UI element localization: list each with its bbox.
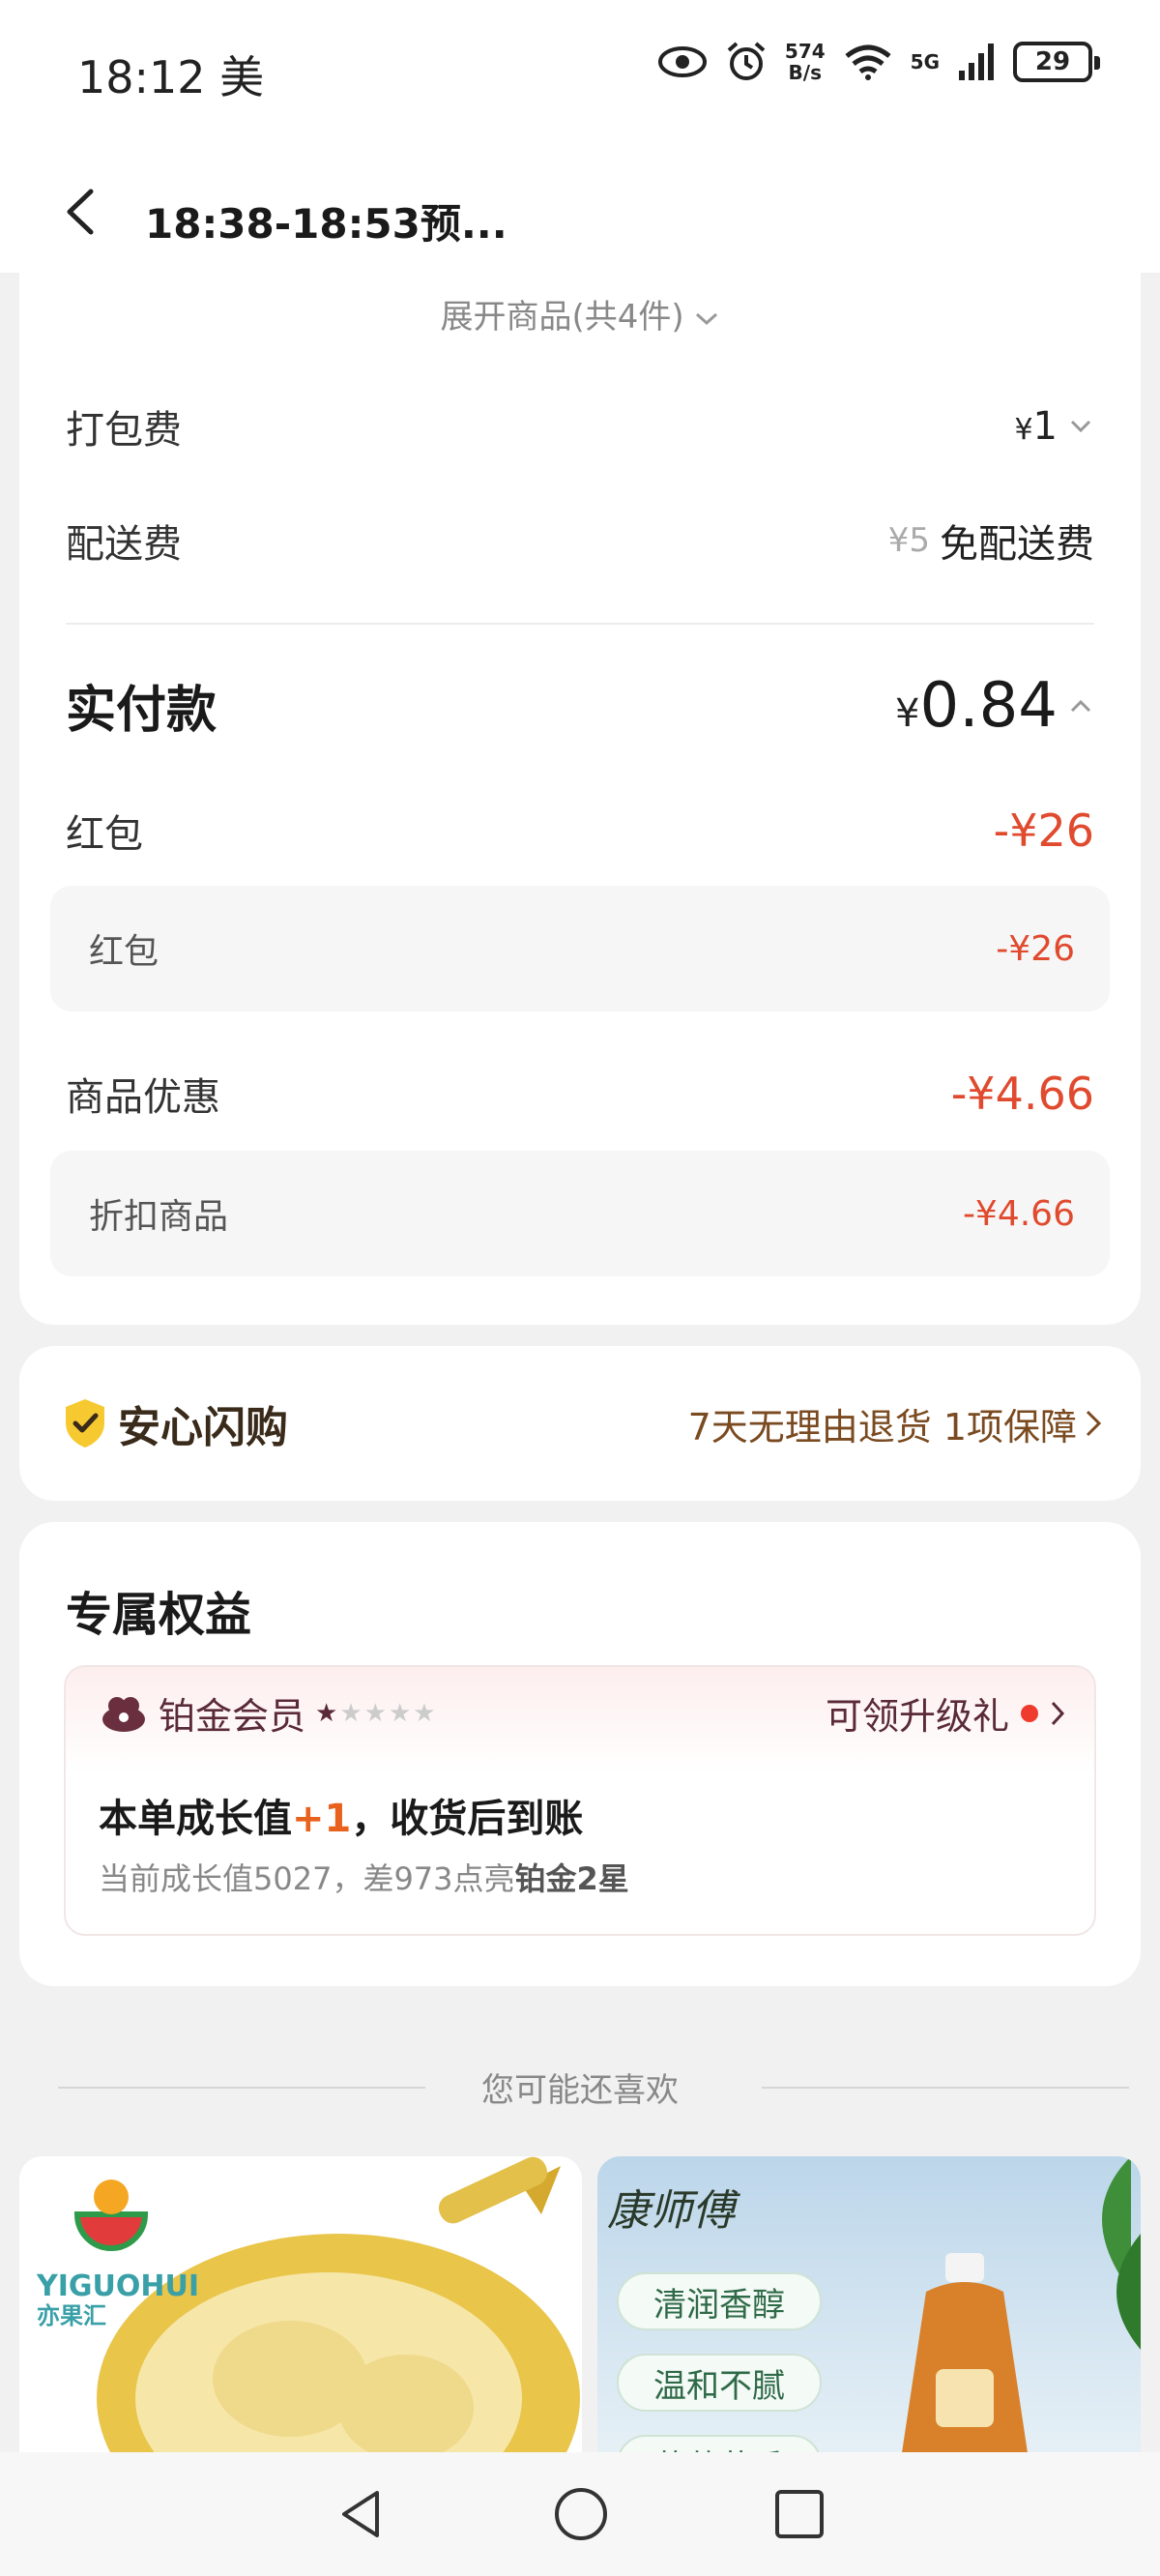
delivery-fee-value: ¥5 免配送费: [888, 512, 1094, 569]
chevron-right-icon: [1051, 1701, 1065, 1725]
delivery-fee-original: ¥5: [887, 521, 930, 560]
leaf-decoration-icon: [1102, 2156, 1141, 2350]
star-empty-icon: ★: [388, 1698, 412, 1728]
growth-sub-target: 铂金2星: [514, 1860, 629, 1897]
status-bar: 18:12 美 574 B/s 5G 29: [0, 0, 1160, 145]
nav-back-icon[interactable]: [334, 2487, 389, 2541]
recommendation-card-durian[interactable]: YIGUOHUI 亦果汇: [19, 2156, 582, 2456]
total-row[interactable]: 实付款 ¥0.84: [66, 669, 1094, 742]
chevron-down-icon: [696, 312, 718, 326]
product-discount-detail: 折扣商品 -¥4.66: [50, 1151, 1110, 1276]
brand-name-en: YIGUOHUI: [37, 2269, 200, 2303]
status-time: 18:12 美: [77, 51, 265, 103]
order-summary-card: 展开商品(共4件) 打包费 ¥1 配送费 ¥5 免配送费 实付款 ¥0.84 红…: [19, 273, 1141, 1325]
product-discount-detail-label: 折扣商品: [89, 1197, 229, 1237]
member-stars: ★ ★ ★ ★ ★: [315, 1699, 436, 1728]
benefits-title: 专属权益: [66, 1588, 252, 1642]
guarantee-summary: 7天无理由退货 1项保障: [688, 1397, 1102, 1450]
watermelon-logo-icon: [73, 2180, 149, 2251]
divider: [762, 2087, 1129, 2089]
packing-fee-label: 打包费: [66, 408, 182, 453]
battery-level: 29: [1034, 47, 1071, 76]
red-packet-detail: 红包 -¥26: [50, 886, 1110, 1011]
shield-check-icon: [66, 1399, 104, 1448]
benefits-card: 专属权益 铂金会员 ★ ★ ★ ★ ★ 可领升级礼 本单成长值+1，收货后到账 …: [19, 1522, 1141, 1986]
expand-products-button[interactable]: 展开商品(共4件): [19, 290, 1141, 337]
brand-logo-kangshifu: 康师傅: [607, 2186, 735, 2236]
guarantee-card[interactable]: 安心闪购 7天无理由退货 1项保障: [19, 1346, 1141, 1501]
growth-plus: +1: [292, 1797, 352, 1841]
delivery-fee-label: 配送费: [66, 522, 182, 567]
packing-fee-amount: 1: [1032, 404, 1058, 449]
notification-dot: [1021, 1704, 1038, 1722]
red-packet-label: 红包: [66, 812, 143, 857]
signal-icon: [959, 44, 994, 80]
star-empty-icon: ★: [413, 1698, 436, 1728]
delivery-fee-free: 免配送费: [940, 522, 1094, 567]
star-filled-icon: ★: [315, 1698, 338, 1728]
red-packet-value: -¥26: [993, 805, 1094, 857]
status-icons: 574 B/s 5G 29: [657, 41, 1100, 83]
product-discount-detail-value: -¥4.66: [962, 1193, 1075, 1234]
delivery-fee-row: 配送费 ¥5 免配送费: [66, 512, 1094, 569]
total-amount: 0.84: [919, 669, 1058, 742]
eye-icon: [657, 46, 707, 77]
total-value: ¥0.84: [895, 670, 1094, 742]
guarantee-title: 安心闪购: [62, 1392, 288, 1454]
nav-home-icon[interactable]: [553, 2486, 609, 2542]
page-title: 18:38-18:53预...: [145, 200, 508, 248]
page-header: 18:38-18:53预...: [0, 145, 1160, 273]
brand-logo-yiguohui: YIGUOHUI 亦果汇: [37, 2272, 199, 2330]
expand-products-label: 展开商品(共4件): [440, 298, 684, 337]
tag-pill: 温和不腻: [617, 2354, 822, 2412]
product-discount-value: -¥4.66: [950, 1068, 1094, 1120]
upgrade-gift-label: 可领升级礼: [825, 1695, 1009, 1738]
growth-progress-text: 当前成长值5027，差973点亮铂金2星: [99, 1855, 629, 1899]
membership-box[interactable]: 铂金会员 ★ ★ ★ ★ ★ 可领升级礼 本单成长值+1，收货后到账 当前成长值…: [64, 1665, 1096, 1936]
star-empty-icon: ★: [363, 1698, 387, 1728]
packing-fee-value: ¥1: [1014, 404, 1094, 449]
guarantee-summary-text: 7天无理由退货 1项保障: [687, 1405, 1077, 1449]
member-badge-icon: [102, 1696, 145, 1732]
chevron-right-icon: [1086, 1410, 1102, 1437]
net-speed-unit: B/s: [788, 61, 822, 84]
battery-indicator: 29: [1013, 42, 1100, 82]
red-packet-detail-label: 红包: [89, 932, 160, 972]
tea-bottle-image: [901, 2253, 1029, 2456]
tag-pill: 清润香醇: [617, 2272, 822, 2330]
alarm-icon: [727, 42, 766, 80]
divider: [66, 623, 1094, 625]
total-label: 实付款: [66, 682, 218, 740]
star-empty-icon: ★: [339, 1698, 362, 1728]
product-discount-label: 商品优惠: [66, 1075, 220, 1120]
membership-header: 铂金会员 ★ ★ ★ ★ ★ 可领升级礼: [99, 1686, 1065, 1740]
network-type: 5G: [910, 50, 940, 73]
nav-recents-icon[interactable]: [773, 2488, 826, 2540]
growth-prefix: 本单成长值: [99, 1797, 292, 1841]
recommendation-card-tea[interactable]: 康师傅 清润香醇 温和不腻 草莓花香: [597, 2156, 1141, 2456]
guarantee-title-text: 安心闪购: [118, 1403, 288, 1452]
growth-sub-prefix: 当前成长值5027，差973点亮: [99, 1860, 515, 1897]
net-speed: 574 B/s: [785, 41, 826, 83]
chevron-down-icon: [1070, 420, 1091, 433]
chevron-up-icon: [1070, 699, 1091, 712]
upgrade-gift-link[interactable]: 可领升级礼: [826, 1686, 1065, 1740]
wifi-icon: [845, 44, 891, 80]
net-speed-value: 574: [784, 40, 826, 63]
growth-value-text: 本单成长值+1，收货后到账: [99, 1787, 583, 1843]
red-packet-row: 红包 -¥26: [66, 803, 1094, 859]
membership-level: 铂金会员 ★ ★ ★ ★ ★: [99, 1686, 436, 1740]
growth-suffix: ，收货后到账: [351, 1797, 584, 1841]
red-packet-detail-value: -¥26: [996, 928, 1075, 969]
back-arrow-icon[interactable]: [58, 188, 106, 236]
system-nav-bar: [0, 2452, 1160, 2576]
brand-name-cn: 亦果汇: [37, 2302, 106, 2329]
packing-fee-row[interactable]: 打包费 ¥1: [66, 398, 1094, 454]
membership-level-text: 铂金会员: [159, 1695, 306, 1738]
product-discount-row: 商品优惠 -¥4.66: [66, 1066, 1094, 1122]
